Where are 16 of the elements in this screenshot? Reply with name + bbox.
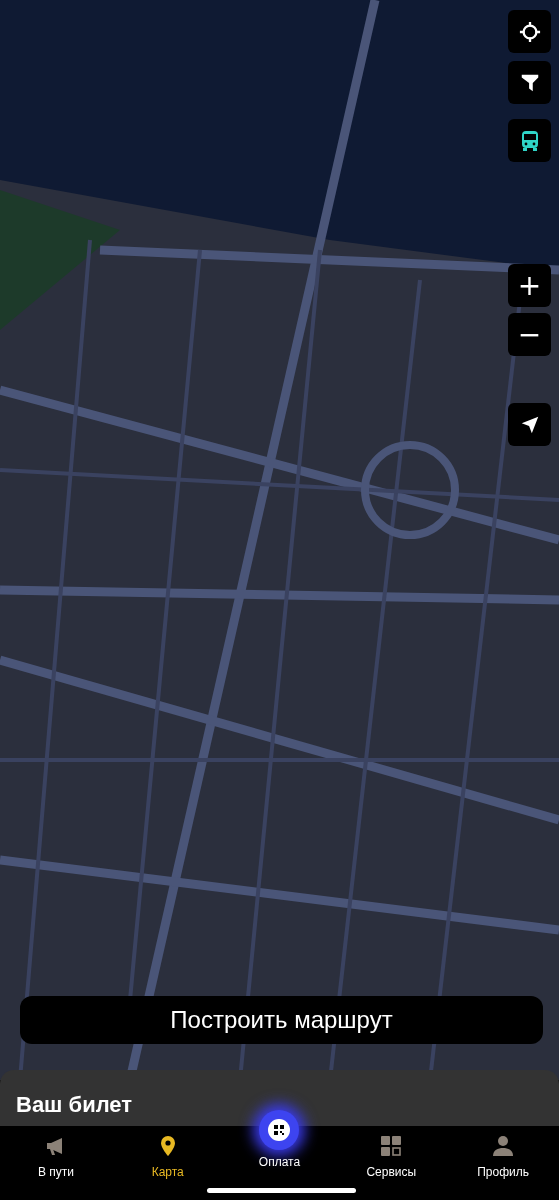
locate-button[interactable]: [508, 10, 551, 53]
qr-code-icon: [267, 1118, 292, 1142]
sheet-title: Ваш билет: [16, 1092, 133, 1117]
transport-button[interactable]: [508, 119, 551, 162]
filter-button[interactable]: [508, 61, 551, 104]
build-route-button[interactable]: Построить маршрут: [20, 996, 543, 1044]
grid-icon: [379, 1134, 404, 1158]
nav-tab[interactable]: Карта: [111, 1126, 224, 1200]
nav-tab[interactable]: Сервисы: [335, 1126, 448, 1200]
location-arrow-button[interactable]: [508, 403, 551, 446]
zoom-out-button[interactable]: −: [508, 313, 551, 356]
person-icon: [491, 1134, 516, 1158]
zoom-in-button[interactable]: +: [508, 264, 551, 307]
nav-tab[interactable]: Профиль: [447, 1126, 559, 1200]
nav-tab[interactable]: В пути: [0, 1126, 112, 1200]
crosshair-icon: [518, 20, 541, 43]
